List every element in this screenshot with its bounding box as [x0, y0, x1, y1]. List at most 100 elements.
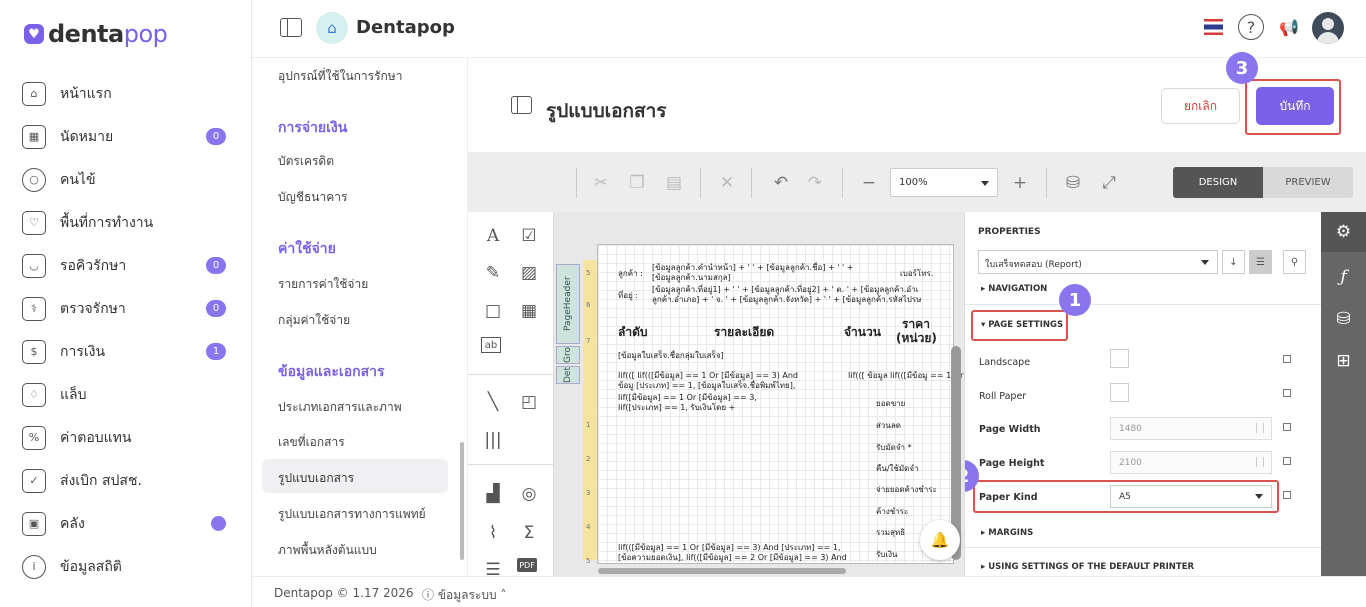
- footer-expr-1[interactable]: Iif([มีข้อมูล] == 1 Or [มีข้อมูล] == 3,: [618, 393, 757, 403]
- app-logo[interactable]: ♥ dentapop: [24, 20, 168, 48]
- page-width-input[interactable]: 1480: [1110, 417, 1272, 440]
- subnav-item[interactable]: รูปแบบเอกสารทางการแพทย์: [278, 505, 426, 524]
- gauge-tool-icon[interactable]: ◎: [517, 482, 541, 506]
- subnav-item[interactable]: บัญชีธนาคาร: [278, 188, 347, 207]
- categories-icon[interactable]: ☰: [1249, 250, 1272, 274]
- col-no-header[interactable]: ลำดับ: [618, 323, 648, 342]
- sum-label[interactable]: จ่ายยอดค้างชำระ: [876, 485, 937, 495]
- line-tool-icon[interactable]: ╲: [481, 390, 505, 414]
- nav-item-home[interactable]: ⌂ หน้าแรก: [22, 72, 232, 115]
- detail-expr-2[interactable]: ข้อมู [ประเภท] == 1, [ข้อมูลใบเสร็จ.ชื่อ…: [618, 381, 795, 391]
- sidebar-toggle-icon[interactable]: [280, 18, 302, 37]
- zoom-select[interactable]: 100%: [890, 168, 998, 197]
- group-expr[interactable]: [ข้อมูลใบเสร็จ.ชื่อกลุ่มใบเสร็จ]: [618, 351, 724, 361]
- preview-mode-button[interactable]: PREVIEW: [1263, 167, 1353, 198]
- report-canvas[interactable]: 1 2 3 4 5 6 7 8 9 10 5 6 7 1 2 3 4 5: [554, 212, 964, 576]
- report-explorer-icon[interactable]: ⊞: [1331, 348, 1356, 373]
- system-info-link[interactable]: ⓘ ข้อมูลระบบ ˄: [422, 586, 506, 605]
- bottom-expr-1[interactable]: Iif(([มีข้อมูล] == 1 Or [มีข้อมูล] == 3)…: [618, 543, 841, 553]
- cancel-button[interactable]: ยกเลิก: [1161, 88, 1240, 124]
- footer-expr-2[interactable]: Iif([ประเภท] == 1, รับเงินโดย +: [618, 403, 735, 413]
- table-tool-icon[interactable]: ▦: [517, 299, 541, 323]
- richtext-tool-icon[interactable]: ✎: [481, 261, 505, 285]
- summary-tool-icon[interactable]: Σ: [517, 521, 541, 545]
- sum-label[interactable]: รวมสุทธิ: [876, 528, 905, 538]
- nav-item-appointments[interactable]: ▦ นัดหมาย 0: [22, 115, 232, 158]
- sum-label[interactable]: คืน/ใช้มัดจำ: [876, 464, 919, 474]
- panel-tool-icon[interactable]: □: [481, 299, 505, 323]
- band-detail[interactable]: Det: [556, 366, 580, 384]
- bell-icon[interactable]: 🔔: [920, 520, 960, 560]
- shape-tool-icon[interactable]: ◰: [517, 390, 541, 414]
- zoom-in-icon[interactable]: +: [1009, 172, 1031, 194]
- paste-icon[interactable]: ▤: [663, 172, 685, 194]
- sparkline-tool-icon[interactable]: ⌇: [481, 521, 505, 545]
- page-height-input[interactable]: 2100: [1110, 451, 1272, 474]
- reset-marker[interactable]: [1283, 457, 1291, 465]
- customer-expr[interactable]: [ข้อมูลลูกค้า.คำนำหน้า] + ' ' + [ข้อมูลล…: [652, 263, 853, 273]
- nav-item-queue[interactable]: ◡ รอคิวรักษา 0: [22, 244, 232, 287]
- design-mode-button[interactable]: DESIGN: [1173, 167, 1263, 198]
- address-expr[interactable]: [ข้อมูลลูกค้า.ที่อยู่1] + ' ' + [ข้อมูลล…: [652, 285, 918, 295]
- nav-item-patients[interactable]: ○ คนไข้: [22, 158, 232, 201]
- help-icon[interactable]: ?: [1238, 14, 1264, 40]
- subnav-item[interactable]: รายการค่าใช้จ่าย: [278, 275, 368, 294]
- sum-label[interactable]: ยอดขาย: [876, 399, 905, 409]
- character-comb-tool-icon[interactable]: ab: [481, 337, 501, 353]
- sum-label[interactable]: ส่วนลด: [876, 421, 901, 431]
- sum-label[interactable]: รับเงิน: [876, 550, 897, 560]
- subnav-item[interactable]: บัตรเครดิต: [278, 152, 334, 171]
- reset-marker[interactable]: [1283, 355, 1291, 363]
- expressions-icon[interactable]: ƒ: [1331, 264, 1356, 289]
- nav-item-statistics[interactable]: i ข้อมูลสถิติ: [22, 545, 232, 588]
- search-icon[interactable]: ⚲: [1283, 250, 1306, 274]
- reset-marker[interactable]: [1283, 389, 1291, 397]
- label-tool-icon[interactable]: A: [481, 224, 505, 248]
- band-group-header[interactable]: Gro: [556, 346, 580, 364]
- reset-marker[interactable]: [1283, 491, 1291, 499]
- redo-icon[interactable]: ↷: [804, 172, 826, 194]
- pdf-tool-icon[interactable]: PDF: [517, 558, 537, 572]
- zoom-out-icon[interactable]: −: [858, 172, 880, 194]
- nav-item-lab[interactable]: ♢ แล็บ: [22, 373, 232, 416]
- validate-bindings-icon[interactable]: ⛁: [1062, 172, 1084, 194]
- sort-az-icon[interactable]: ↓: [1222, 250, 1245, 274]
- chart-tool-icon[interactable]: ▟: [481, 482, 505, 506]
- properties-gear-icon[interactable]: ⚙: [1321, 212, 1366, 252]
- checkbox-tool-icon[interactable]: ☑: [517, 224, 541, 248]
- nav-item-inventory[interactable]: ▣ คลัง: [22, 502, 232, 545]
- megaphone-icon[interactable]: 📢: [1276, 14, 1302, 40]
- section-printer-settings[interactable]: ▸ USING SETTINGS OF THE DEFAULT PRINTER: [981, 562, 1194, 572]
- nav-item-workspace[interactable]: ♡ พื้นที่การทำงาน: [22, 201, 232, 244]
- report-object-select[interactable]: ใบเสร็จทดสอบ (Report): [978, 250, 1218, 274]
- picture-tool-icon[interactable]: ▨: [517, 261, 541, 285]
- bottom-expr-2[interactable]: [ข้อความยอดเงิน], Iif(([มีข้อมูล] == 2 O…: [618, 553, 847, 563]
- fullscreen-icon[interactable]: ⤢: [1098, 172, 1120, 194]
- detail-expr-3[interactable]: Iif(([ ข้อมูล: [848, 371, 888, 381]
- col-qty-header[interactable]: จำนวน: [844, 323, 881, 342]
- nav-item-commission[interactable]: % ค่าตอบแทน: [22, 416, 232, 459]
- landscape-checkbox[interactable]: [1110, 349, 1129, 368]
- subnav-item[interactable]: อุปกรณ์ที่ใช้ในการรักษา: [278, 67, 402, 86]
- undo-icon[interactable]: ↶: [770, 172, 792, 194]
- subnav-item[interactable]: กลุ่มค่าใช้จ่าย: [278, 311, 350, 330]
- nav-item-treatment[interactable]: ⚕ ตรวจรักษา 0: [22, 287, 232, 330]
- detail-expr-1[interactable]: Iif(([ Iif(([มีข้อมูล] == 1 Or [มีข้อมูล…: [618, 371, 798, 381]
- col-price-unit-header[interactable]: (หน่วย): [896, 329, 937, 348]
- subnav-item[interactable]: เลขที่เอกสาร: [278, 433, 345, 452]
- nav-item-nhso[interactable]: ✓ ส่งเบิก สปสช.: [22, 459, 232, 502]
- nav-item-finance[interactable]: $ การเงิน 1: [22, 330, 232, 373]
- sum-label[interactable]: รับมัดจำ *: [876, 443, 912, 453]
- copy-icon[interactable]: ❐: [626, 172, 648, 194]
- sum-label[interactable]: ค้างชำระ: [876, 507, 908, 517]
- band-page-header[interactable]: PageHeader: [556, 264, 580, 344]
- section-navigation[interactable]: ▸ NAVIGATION: [981, 284, 1047, 294]
- subnav-item[interactable]: ภาพพื้นหลังต้นแบบ: [278, 541, 377, 560]
- subnav-item-active[interactable]: รูปแบบเอกสาร: [278, 469, 354, 488]
- canvas-hscrollbar[interactable]: [598, 568, 846, 574]
- subnav-item[interactable]: ประเภทเอกสารและภาพ: [278, 398, 402, 417]
- delete-icon[interactable]: ✕: [716, 172, 738, 194]
- subnav-scrollbar[interactable]: [460, 442, 464, 560]
- barcode-tool-icon[interactable]: |||: [481, 428, 505, 452]
- col-detail-header[interactable]: รายละเอียด: [714, 323, 774, 342]
